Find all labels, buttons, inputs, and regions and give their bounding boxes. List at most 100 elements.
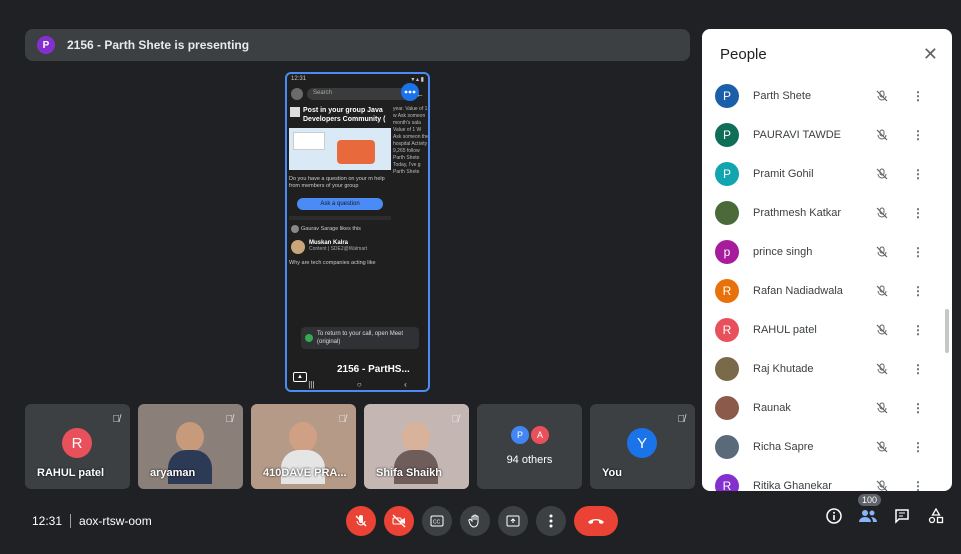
phone-time: 12:31 xyxy=(291,76,307,82)
ask-question-button: Ask a question xyxy=(297,198,383,210)
mic-off-icon[interactable] xyxy=(876,441,892,453)
more-vert-icon[interactable]: ⋮ xyxy=(910,401,926,415)
people-panel-title: People xyxy=(720,45,767,63)
participant-name: Raj Khutade xyxy=(753,362,814,375)
more-vert-icon xyxy=(549,514,553,528)
more-vert-icon[interactable]: ⋮ xyxy=(910,440,926,454)
participant-row[interactable]: P Parth Shete ⋮ xyxy=(702,76,952,115)
participant-row[interactable]: R RAHUL patel ⋮ xyxy=(702,310,952,349)
more-vert-icon[interactable]: ⋮ xyxy=(910,128,926,142)
phone-avatar xyxy=(291,88,303,100)
presenting-banner: P 2156 - Parth Shete is presenting xyxy=(25,29,690,61)
mic-off-icon[interactable] xyxy=(876,480,892,492)
avatar: R xyxy=(715,473,739,491)
return-to-call-toast: To return to your call, open Meet (origi… xyxy=(301,327,419,349)
participant-row[interactable]: Prathmesh Katkar ⋮ xyxy=(702,193,952,232)
raise-hand-button[interactable] xyxy=(460,506,490,536)
mic-toggle-button[interactable] xyxy=(346,506,376,536)
avatar: P xyxy=(715,122,739,147)
shared-screen: 12:31 ▾ ▴ ▮ Search ← Post in your group … xyxy=(285,72,430,392)
tile-rahul-patel[interactable]: 🎙̸ R RAHUL patel xyxy=(25,404,130,489)
phone-side-column: year. Value of 1 w Ask someon month's sa… xyxy=(393,106,429,175)
mic-off-icon: 🎙̸ xyxy=(112,414,121,425)
mic-off-icon[interactable] xyxy=(876,90,892,102)
mic-off-icon: 🎙̸ xyxy=(451,414,460,425)
avatar: R xyxy=(62,428,92,458)
more-vert-icon[interactable]: ⋮ xyxy=(910,245,926,259)
people-icon xyxy=(859,510,877,522)
mic-off-icon[interactable] xyxy=(876,207,892,219)
participant-name: Rafan Nadiadwala xyxy=(753,284,843,297)
close-icon[interactable]: ✕ xyxy=(923,44,938,65)
mic-off-icon[interactable] xyxy=(876,129,892,141)
participant-name: Pramit Gohil xyxy=(753,167,814,180)
more-vert-icon[interactable]: ⋮ xyxy=(910,323,926,337)
mic-off-icon: 🎙̸ xyxy=(225,414,234,425)
participant-row[interactable]: R Ritika Ghanekar ⋮ xyxy=(702,466,952,491)
tile-you[interactable]: 🎙̸ Y You xyxy=(590,404,695,489)
more-vert-icon[interactable]: ⋮ xyxy=(910,89,926,103)
participant-row[interactable]: R Rafan Nadiadwala ⋮ xyxy=(702,271,952,310)
captions-icon: CC xyxy=(430,515,444,527)
meeting-details-button[interactable] xyxy=(824,506,844,526)
camera-toggle-button[interactable] xyxy=(384,506,414,536)
mic-off-icon[interactable] xyxy=(876,246,892,258)
participant-name: Ritika Ghanekar xyxy=(753,479,832,492)
mic-off-icon[interactable] xyxy=(876,363,892,375)
chat-button[interactable] xyxy=(892,506,912,526)
presenter-avatar: P xyxy=(37,36,55,54)
recents-icon: ||| xyxy=(308,379,315,389)
post-snippet: Why are tech companies acting like xyxy=(289,260,376,266)
avatar: P xyxy=(715,161,739,186)
more-vert-icon[interactable]: ⋮ xyxy=(910,362,926,376)
more-vert-icon[interactable]: ⋮ xyxy=(910,167,926,181)
more-vert-icon[interactable]: ⋮ xyxy=(910,284,926,298)
participant-name: prince singh xyxy=(753,245,813,258)
tile-name: You xyxy=(602,467,622,479)
mic-off-icon[interactable] xyxy=(876,324,892,336)
leave-call-button[interactable] xyxy=(574,506,618,536)
mic-off-icon: 🎙̸ xyxy=(677,414,686,425)
people-button[interactable]: 100 xyxy=(858,494,882,526)
presenting-text: 2156 - Parth Shete is presenting xyxy=(67,38,250,52)
tile-name: aryaman xyxy=(150,467,196,479)
more-dots-icon xyxy=(401,83,419,101)
participant-row[interactable]: P Pramit Gohil ⋮ xyxy=(702,154,952,193)
tile-aryaman[interactable]: 🎙̸ aryaman xyxy=(138,404,243,489)
participant-row[interactable]: p prince singh ⋮ xyxy=(702,232,952,271)
participant-tiles: 🎙̸ R RAHUL patel 🎙̸ aryaman 🎙̸ 410DAVE P… xyxy=(25,404,695,489)
activities-icon xyxy=(928,508,944,524)
avatar: Y xyxy=(627,428,657,458)
avatar xyxy=(715,434,739,459)
more-vert-icon[interactable]: ⋮ xyxy=(910,206,926,220)
others-count: 94 others xyxy=(506,454,553,466)
clock-time: 12:31 xyxy=(32,514,63,528)
participant-name: RAHUL patel xyxy=(753,323,817,336)
present-button[interactable] xyxy=(498,506,528,536)
more-vert-icon[interactable]: ⋮ xyxy=(910,479,926,492)
tile-shifa-shaikh[interactable]: 🎙̸ Shifa Shaikh xyxy=(364,404,469,489)
participant-row[interactable]: P PAURAVI TAWDE ⋮ xyxy=(702,115,952,154)
mic-off-icon[interactable] xyxy=(876,168,892,180)
present-screen-icon xyxy=(506,515,520,527)
mic-off-icon[interactable] xyxy=(876,285,892,297)
tile-name: 410DAVE PRA... xyxy=(263,467,347,479)
participant-row[interactable]: Raj Khutade ⋮ xyxy=(702,349,952,388)
more-options-button[interactable] xyxy=(536,506,566,536)
participant-row[interactable]: Raunak ⋮ xyxy=(702,388,952,427)
avatar xyxy=(715,395,739,420)
post-illustration xyxy=(289,128,391,170)
mic-off-icon xyxy=(355,515,367,527)
others-avatars: P A xyxy=(511,426,549,444)
home-icon: ○ xyxy=(356,379,362,389)
captions-button[interactable]: CC xyxy=(422,506,452,536)
tile-others[interactable]: P A 94 others xyxy=(477,404,582,489)
activities-button[interactable] xyxy=(926,506,946,526)
avatar xyxy=(715,200,739,225)
avatar: A xyxy=(531,426,549,444)
participant-row[interactable]: Richa Sapre ⋮ xyxy=(702,427,952,466)
mic-off-icon[interactable] xyxy=(876,402,892,414)
panel-scrollbar[interactable] xyxy=(945,309,949,353)
post-author: Muskan Kalra Content | SDE2@Walmart xyxy=(289,240,391,254)
tile-410dave[interactable]: 🎙̸ 410DAVE PRA... xyxy=(251,404,356,489)
